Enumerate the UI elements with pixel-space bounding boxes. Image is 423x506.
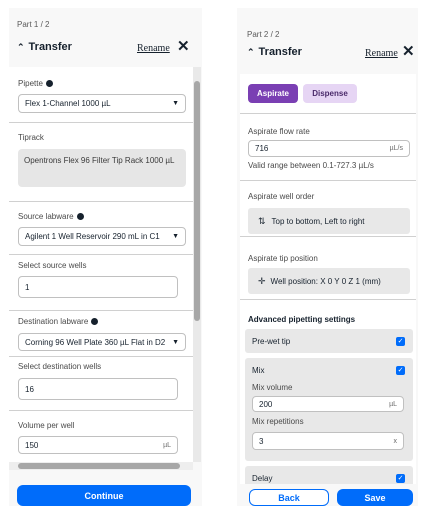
prewet-tip-row[interactable]: Pre-wet tip ✓ [245,329,413,353]
destination-labware-label: Destination labware [18,317,99,326]
source-wells-section: Select source wells 1 [9,255,193,311]
mix-volume-unit: µL [389,400,397,408]
title-text: Transfer [28,41,72,53]
close-icon[interactable]: ✕ [402,42,415,60]
tip-position-button[interactable]: ✛ Well position: X 0 Y 0 Z 1 (mm) [248,268,410,294]
info-icon[interactable] [76,213,84,221]
settings-scroll-area[interactable]: Aspirate Dispense Aspirate flow rate 716… [240,74,416,484]
advanced-settings-heading: Advanced pipetting settings [248,315,356,324]
volume-unit: µL [163,441,171,449]
mix-repetitions-label: Mix repetitions [252,417,304,426]
mix-row: Mix ✓ Mix volume 200 µL Mix repetitions … [245,358,413,461]
destination-wells-label: Select destination wells [18,362,102,371]
vertical-scrollbar-thumb[interactable] [194,81,200,321]
chevron-up-icon: ⌃ [17,41,25,52]
page-title: ⌃ Transfer [247,46,302,58]
transfer-part-1-panel: Part 1 / 2 ⌃ Transfer Rename ✕ Pipette F… [9,8,202,506]
tiprack-section: Tiprack Opentrons Flex 96 Filter Tip Rac… [9,123,193,202]
save-button[interactable]: Save [337,489,413,506]
back-button[interactable]: Back [249,489,329,506]
close-icon[interactable]: ✕ [177,37,190,55]
mix-label: Mix [252,366,265,375]
page-title: ⌃ Transfer [17,41,72,53]
destination-wells-input[interactable]: 16 [18,378,178,400]
tab-aspirate[interactable]: Aspirate [248,84,298,103]
vertical-scrollbar[interactable] [193,67,201,462]
pipette-select[interactable]: Flex 1-Channel 1000 µL ▼ [18,94,186,113]
tiprack-label: Tiprack [18,133,44,142]
mix-checkbox[interactable]: ✓ [396,366,405,375]
flow-rate-value: 716 [255,144,269,153]
source-wells-label: Select source wells [18,261,87,270]
title-text: Transfer [258,46,302,58]
destination-wells-section: Select destination wells 16 [9,357,193,411]
destination-labware-select[interactable]: Corning 96 Well Plate 360 µL Flat in D2 … [18,333,186,351]
volume-label: Volume per well [18,421,75,430]
sort-icon: ⇅ [258,215,266,226]
mix-volume-input[interactable]: 200 µL [252,396,404,412]
delay-label: Delay [252,474,273,483]
destination-wells-value: 16 [25,384,34,394]
source-labware-section: Source labware Agilent 1 Well Reservoir … [9,202,193,255]
form-scroll-area[interactable]: Pipette Flex 1-Channel 1000 µL ▼ Tiprack… [9,67,193,462]
mix-volume-value: 200 [259,399,273,409]
continue-button[interactable]: Continue [17,485,191,506]
chevron-down-icon: ▼ [172,100,179,107]
chevron-up-icon: ⌃ [247,46,255,57]
volume-value: 150 [25,440,39,450]
source-wells-input[interactable]: 1 [18,276,178,298]
mix-repetitions-input[interactable]: 3 x [252,432,404,450]
pipette-section: Pipette Flex 1-Channel 1000 µL ▼ [9,67,193,123]
tip-position-value: Well position: X 0 Y 0 Z 1 (mm) [270,276,381,286]
flow-rate-label: Aspirate flow rate [248,127,310,136]
well-order-button[interactable]: ⇅ Top to bottom, Left to right [248,208,410,234]
well-order-section: Aspirate well order ⇅ Top to bottom, Lef… [240,181,416,237]
chevron-down-icon: ▼ [172,338,179,346]
well-order-label: Aspirate well order [248,192,315,201]
pipette-label: Pipette [18,79,53,88]
prewet-tip-label: Pre-wet tip [252,337,291,346]
delay-row[interactable]: Delay ✓ [245,466,413,484]
flow-rate-hint: Valid range between 0.1-727.3 µL/s [248,161,374,170]
mix-repetitions-value: 3 [259,436,264,446]
flow-rate-section: Aspirate flow rate 716 µL/s Valid range … [240,113,416,181]
volume-section: Volume per well 150 µL [9,411,193,462]
transfer-part-2-panel: Part 2 / 2 ⌃ Transfer Rename ✕ Aspirate … [237,8,418,506]
rename-link[interactable]: Rename [365,48,398,59]
well-order-value: Top to bottom, Left to right [271,216,365,226]
pipette-value: Flex 1-Channel 1000 µL [25,99,111,108]
info-icon[interactable] [91,318,99,326]
tab-dispense[interactable]: Dispense [303,84,357,103]
tiprack-value: Opentrons Flex 96 Filter Tip Rack 1000 µ… [18,149,186,187]
source-labware-select[interactable]: Agilent 1 Well Reservoir 290 mL in C1 ▼ [18,227,186,246]
horizontal-scrollbar-thumb[interactable] [18,463,180,469]
source-labware-value: Agilent 1 Well Reservoir 290 mL in C1 [25,232,160,241]
part-label: Part 2 / 2 [247,30,280,39]
horizontal-scrollbar[interactable] [9,462,193,470]
chevron-down-icon: ▼ [172,233,179,240]
flow-rate-unit: µL/s [389,145,403,152]
source-wells-value: 1 [25,282,30,292]
rename-link[interactable]: Rename [137,43,170,54]
delay-checkbox[interactable]: ✓ [396,474,405,483]
info-icon[interactable] [45,80,53,88]
prewet-tip-checkbox[interactable]: ✓ [396,337,405,346]
destination-labware-section: Destination labware Corning 96 Well Plat… [9,311,193,357]
destination-labware-value: Corning 96 Well Plate 360 µL Flat in D2 [25,337,166,347]
source-labware-label: Source labware [18,212,84,221]
tip-position-section: Aspirate tip position ✛ Well position: X… [240,237,416,300]
crosshair-icon: ✛ [258,275,266,286]
volume-input[interactable]: 150 µL [18,436,178,454]
mix-volume-label: Mix volume [252,383,293,392]
part-label: Part 1 / 2 [17,20,50,29]
mix-repetitions-unit: x [393,437,398,445]
flow-rate-input[interactable]: 716 µL/s [248,140,410,157]
tip-position-label: Aspirate tip position [248,254,318,263]
